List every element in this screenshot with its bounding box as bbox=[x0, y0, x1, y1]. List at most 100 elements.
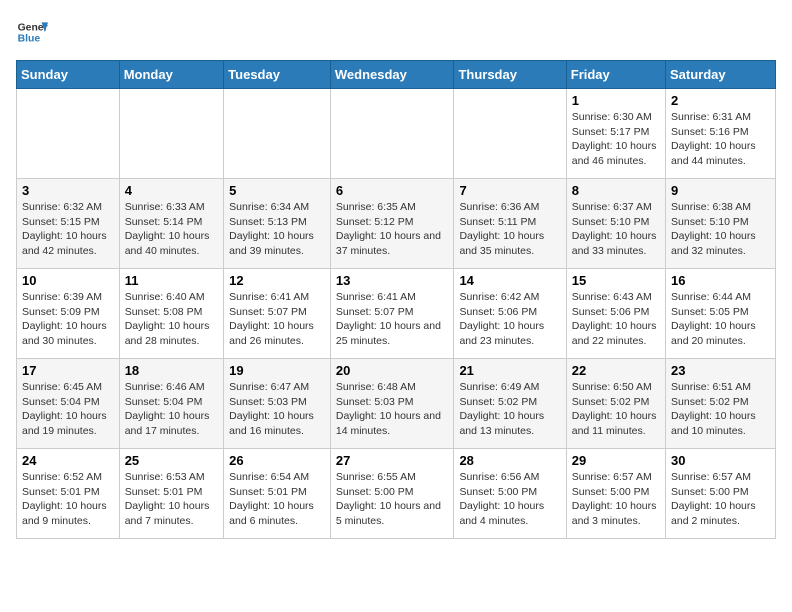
day-number: 20 bbox=[336, 363, 449, 378]
day-info: Sunrise: 6:38 AM Sunset: 5:10 PM Dayligh… bbox=[671, 200, 770, 259]
day-info: Sunrise: 6:44 AM Sunset: 5:05 PM Dayligh… bbox=[671, 290, 770, 349]
day-info: Sunrise: 6:51 AM Sunset: 5:02 PM Dayligh… bbox=[671, 380, 770, 439]
calendar-week-row: 1 Sunrise: 6:30 AM Sunset: 5:17 PM Daylig… bbox=[17, 89, 776, 179]
day-number: 17 bbox=[22, 363, 114, 378]
calendar-cell: 25Sunrise: 6:53 AM Sunset: 5:01 PM Dayli… bbox=[119, 449, 223, 539]
calendar-week-row: 24 Sunrise: 6:52 AM Sunset: 5:01 PM Dayli… bbox=[17, 449, 776, 539]
day-info: Sunrise: 6:50 AM Sunset: 5:02 PM Dayligh… bbox=[572, 380, 660, 439]
calendar-cell: 13 Sunrise: 6:41 AM Sunset: 5:07 PM Dayli… bbox=[330, 269, 454, 359]
weekday-header: Monday bbox=[119, 61, 223, 89]
calendar-cell: 15 Sunrise: 6:43 AM Sunset: 5:06 PM Dayli… bbox=[566, 269, 665, 359]
svg-text:Blue: Blue bbox=[18, 34, 41, 45]
calendar-cell: 28 Sunrise: 6:56 AM Sunset: 5:00 PM Dayli… bbox=[454, 449, 566, 539]
weekday-header: Friday bbox=[566, 61, 665, 89]
day-info: Sunrise: 6:39 AM Sunset: 5:09 PM Dayligh… bbox=[22, 290, 114, 349]
day-info: Sunrise: 6:33 AM Sunset: 5:14 PM Dayligh… bbox=[125, 200, 218, 259]
day-info: Sunrise: 6:57 AM Sunset: 5:00 PM Dayligh… bbox=[671, 470, 770, 529]
day-info: Sunrise: 6:41 AM Sunset: 5:07 PM Dayligh… bbox=[336, 290, 449, 349]
calendar-cell: 3 Sunrise: 6:32 AM Sunset: 5:15 PM Daylig… bbox=[17, 179, 120, 269]
day-number: 21 bbox=[459, 363, 560, 378]
logo: General Blue bbox=[16, 16, 48, 48]
weekday-header: Tuesday bbox=[224, 61, 331, 89]
weekday-header: Thursday bbox=[454, 61, 566, 89]
calendar-cell: 8 Sunrise: 6:37 AM Sunset: 5:10 PM Daylig… bbox=[566, 179, 665, 269]
day-info: Sunrise: 6:56 AM Sunset: 5:00 PM Dayligh… bbox=[459, 470, 560, 529]
calendar-cell bbox=[17, 89, 120, 179]
day-number: 30 bbox=[671, 453, 770, 468]
calendar-cell bbox=[224, 89, 331, 179]
calendar-cell: 4 Sunrise: 6:33 AM Sunset: 5:14 PM Daylig… bbox=[119, 179, 223, 269]
day-number: 12 bbox=[229, 273, 325, 288]
calendar-cell: 29Sunrise: 6:57 AM Sunset: 5:00 PM Dayli… bbox=[566, 449, 665, 539]
calendar-body: 1 Sunrise: 6:30 AM Sunset: 5:17 PM Daylig… bbox=[17, 89, 776, 539]
day-info: Sunrise: 6:34 AM Sunset: 5:13 PM Dayligh… bbox=[229, 200, 325, 259]
day-info: Sunrise: 6:52 AM Sunset: 5:01 PM Dayligh… bbox=[22, 470, 114, 529]
calendar-cell: 10 Sunrise: 6:39 AM Sunset: 5:09 PM Dayli… bbox=[17, 269, 120, 359]
calendar-cell: 20 Sunrise: 6:48 AM Sunset: 5:03 PM Dayli… bbox=[330, 359, 454, 449]
calendar-table: SundayMondayTuesdayWednesdayThursdayFrid… bbox=[16, 60, 776, 539]
calendar-cell: 30 Sunrise: 6:57 AM Sunset: 5:00 PM Dayli… bbox=[666, 449, 776, 539]
calendar-cell: 5 Sunrise: 6:34 AM Sunset: 5:13 PM Daylig… bbox=[224, 179, 331, 269]
day-number: 28 bbox=[459, 453, 560, 468]
calendar-cell: 12 Sunrise: 6:41 AM Sunset: 5:07 PM Dayli… bbox=[224, 269, 331, 359]
day-number: 10 bbox=[22, 273, 114, 288]
calendar-cell: 18Sunrise: 6:46 AM Sunset: 5:04 PM Dayli… bbox=[119, 359, 223, 449]
calendar-header: SundayMondayTuesdayWednesdayThursdayFrid… bbox=[17, 61, 776, 89]
day-number: 3 bbox=[22, 183, 114, 198]
weekday-header: Saturday bbox=[666, 61, 776, 89]
day-number: 22 bbox=[572, 363, 660, 378]
calendar-cell: 24 Sunrise: 6:52 AM Sunset: 5:01 PM Dayli… bbox=[17, 449, 120, 539]
calendar-cell: 19 Sunrise: 6:47 AM Sunset: 5:03 PM Dayli… bbox=[224, 359, 331, 449]
day-number: 23 bbox=[671, 363, 770, 378]
day-number: 11 bbox=[125, 273, 218, 288]
day-number: 24 bbox=[22, 453, 114, 468]
day-number: 7 bbox=[459, 183, 560, 198]
day-info: Sunrise: 6:32 AM Sunset: 5:15 PM Dayligh… bbox=[22, 200, 114, 259]
day-number: 19 bbox=[229, 363, 325, 378]
day-info: Sunrise: 6:35 AM Sunset: 5:12 PM Dayligh… bbox=[336, 200, 449, 259]
day-info: Sunrise: 6:30 AM Sunset: 5:17 PM Dayligh… bbox=[572, 110, 660, 169]
day-number: 26 bbox=[229, 453, 325, 468]
calendar-cell: 2 Sunrise: 6:31 AM Sunset: 5:16 PM Daylig… bbox=[666, 89, 776, 179]
day-number: 29 bbox=[572, 453, 660, 468]
day-number: 14 bbox=[459, 273, 560, 288]
calendar-cell: 14 Sunrise: 6:42 AM Sunset: 5:06 PM Dayli… bbox=[454, 269, 566, 359]
calendar-cell: 1 Sunrise: 6:30 AM Sunset: 5:17 PM Daylig… bbox=[566, 89, 665, 179]
calendar-cell bbox=[330, 89, 454, 179]
day-info: Sunrise: 6:47 AM Sunset: 5:03 PM Dayligh… bbox=[229, 380, 325, 439]
day-number: 18 bbox=[125, 363, 218, 378]
day-number: 5 bbox=[229, 183, 325, 198]
day-info: Sunrise: 6:31 AM Sunset: 5:16 PM Dayligh… bbox=[671, 110, 770, 169]
calendar-cell bbox=[119, 89, 223, 179]
day-info: Sunrise: 6:43 AM Sunset: 5:06 PM Dayligh… bbox=[572, 290, 660, 349]
calendar-cell: 21Sunrise: 6:49 AM Sunset: 5:02 PM Dayli… bbox=[454, 359, 566, 449]
day-number: 1 bbox=[572, 93, 660, 108]
calendar-cell: 16 Sunrise: 6:44 AM Sunset: 5:05 PM Dayli… bbox=[666, 269, 776, 359]
calendar-cell bbox=[454, 89, 566, 179]
calendar-week-row: 10 Sunrise: 6:39 AM Sunset: 5:09 PM Dayli… bbox=[17, 269, 776, 359]
day-number: 15 bbox=[572, 273, 660, 288]
day-number: 8 bbox=[572, 183, 660, 198]
day-info: Sunrise: 6:41 AM Sunset: 5:07 PM Dayligh… bbox=[229, 290, 325, 349]
day-info: Sunrise: 6:55 AM Sunset: 5:00 PM Dayligh… bbox=[336, 470, 449, 529]
day-number: 25 bbox=[125, 453, 218, 468]
day-info: Sunrise: 6:54 AM Sunset: 5:01 PM Dayligh… bbox=[229, 470, 325, 529]
calendar-cell: 7 Sunrise: 6:36 AM Sunset: 5:11 PM Daylig… bbox=[454, 179, 566, 269]
calendar-cell: 27 Sunrise: 6:55 AM Sunset: 5:00 PM Dayli… bbox=[330, 449, 454, 539]
day-number: 13 bbox=[336, 273, 449, 288]
day-number: 27 bbox=[336, 453, 449, 468]
day-number: 16 bbox=[671, 273, 770, 288]
calendar-cell: 11Sunrise: 6:40 AM Sunset: 5:08 PM Dayli… bbox=[119, 269, 223, 359]
day-number: 6 bbox=[336, 183, 449, 198]
calendar-week-row: 3 Sunrise: 6:32 AM Sunset: 5:15 PM Daylig… bbox=[17, 179, 776, 269]
calendar-cell: 26 Sunrise: 6:54 AM Sunset: 5:01 PM Dayli… bbox=[224, 449, 331, 539]
day-info: Sunrise: 6:45 AM Sunset: 5:04 PM Dayligh… bbox=[22, 380, 114, 439]
day-info: Sunrise: 6:36 AM Sunset: 5:11 PM Dayligh… bbox=[459, 200, 560, 259]
calendar-week-row: 17 Sunrise: 6:45 AM Sunset: 5:04 PM Dayli… bbox=[17, 359, 776, 449]
day-info: Sunrise: 6:42 AM Sunset: 5:06 PM Dayligh… bbox=[459, 290, 560, 349]
day-info: Sunrise: 6:37 AM Sunset: 5:10 PM Dayligh… bbox=[572, 200, 660, 259]
day-info: Sunrise: 6:48 AM Sunset: 5:03 PM Dayligh… bbox=[336, 380, 449, 439]
day-number: 4 bbox=[125, 183, 218, 198]
calendar-cell: 9Sunrise: 6:38 AM Sunset: 5:10 PM Daylig… bbox=[666, 179, 776, 269]
day-number: 2 bbox=[671, 93, 770, 108]
